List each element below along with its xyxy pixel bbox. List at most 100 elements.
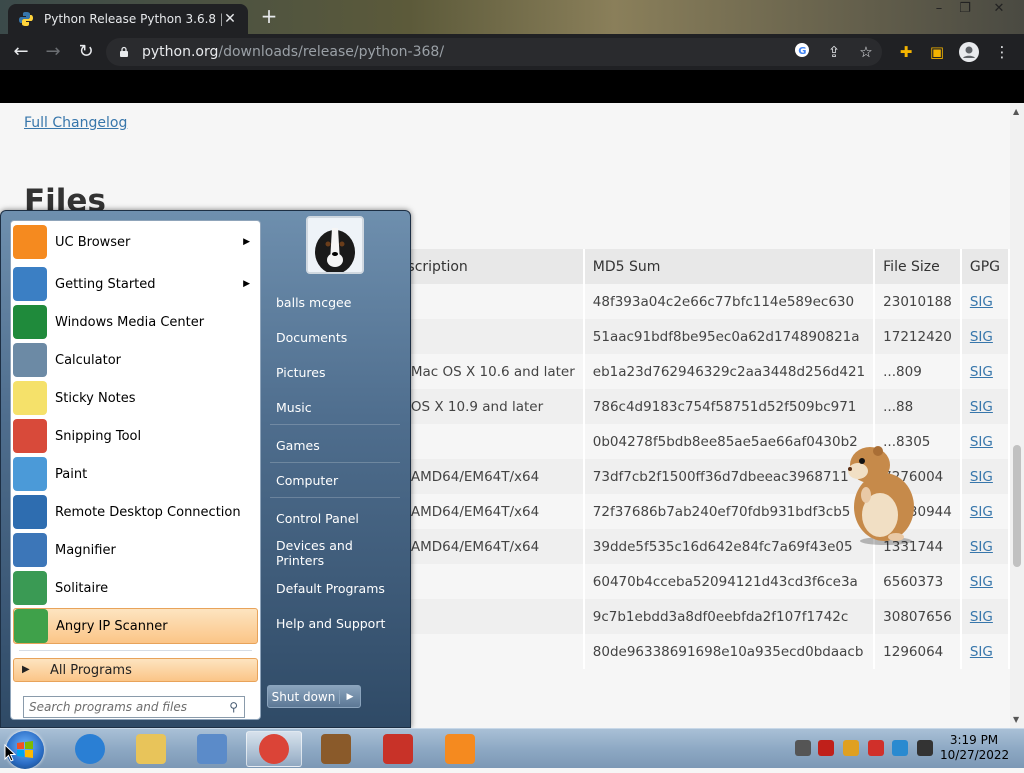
submenu-arrow-icon: ▶ [243,237,250,247]
taskbar-button[interactable] [432,731,488,767]
user-name-link[interactable]: balls mcgee [270,288,400,316]
sig-link[interactable]: SIG [970,644,993,660]
antivirus-icon[interactable] [818,740,834,756]
media-player-icon [197,734,227,764]
bookmark-star-icon[interactable]: ☆ [856,42,876,62]
shutdown-options-icon[interactable]: ▶ [340,692,360,702]
taskbar-button[interactable] [246,731,302,767]
start-menu-link[interactable]: Computer [270,466,400,494]
file-size-cell: 6560373 [874,564,962,599]
start-menu-link[interactable]: Help and Support [270,609,400,637]
scroll-thumb[interactable] [1013,445,1021,567]
start-menu-item[interactable]: UC Browser ▶ [13,224,258,260]
start-menu-item-label: Calculator [55,352,122,368]
start-menu-link[interactable]: Default Programs [270,574,400,602]
taskbar-button[interactable] [370,731,426,767]
scroll-down-icon[interactable]: ▼ [1013,715,1019,724]
new-tab-icon[interactable]: + [258,6,280,28]
full-changelog-link[interactable]: Full Changelog [24,115,127,131]
minimize-icon[interactable]: – [926,0,952,20]
desktop-pet-hamster[interactable] [836,443,920,547]
side-panel-icon[interactable]: ▣ [927,42,947,62]
sig-link[interactable]: SIG [970,294,993,310]
mouse-cursor-icon [4,744,16,762]
page-scrollbar[interactable]: ▲ ▼ [1010,103,1024,730]
file-size-cell: 23010188 [874,284,962,319]
start-menu-item[interactable]: Snipping Tool [13,418,258,454]
magnifier-icon [13,533,47,567]
search-tool-icon[interactable] [843,740,859,756]
sig-link[interactable]: SIG [970,329,993,345]
start-menu-item[interactable]: Solitaire [13,570,258,606]
window-close-icon[interactable]: ✕ [986,0,1012,20]
start-menu-link[interactable]: Documents [270,323,400,351]
start-menu-link[interactable]: Pictures [270,358,400,386]
md5-cell: 9c7b1ebdd3a8df0eebfda2f107f1742c [583,599,876,634]
start-menu-separator [270,497,400,498]
extensions-icon[interactable]: ✚ [896,42,916,62]
media-center-icon [13,305,47,339]
all-programs-button[interactable]: ▶ All Programs [13,658,258,682]
address-bar[interactable]: python.org/downloads/release/python-368/ [106,38,882,66]
sig-link[interactable]: SIG [970,469,993,485]
start-menu-item[interactable]: Calculator [13,342,258,378]
md5-cell: 72f37686b7ab240ef70fdb931bdf3cb5 [583,494,876,529]
sig-link[interactable]: SIG [970,504,993,520]
gpg-cell: SIG [960,599,1010,634]
start-menu-item[interactable]: Getting Started ▶ [13,266,258,302]
forward-icon[interactable]: → [42,42,64,62]
start-menu-item[interactable]: Sticky Notes [13,380,258,416]
browser-tab[interactable]: Python Release Python 3.6.8 | Py ✕ [8,4,248,34]
sig-link[interactable]: SIG [970,539,993,555]
start-menu-item[interactable]: Remote Desktop Connection [13,494,258,530]
network-monitor-icon[interactable] [795,740,811,756]
share-icon[interactable]: ⇪ [824,42,844,62]
start-menu-item[interactable]: Windows Media Center [13,304,258,340]
gpg-cell: SIG [960,354,1010,389]
url-path: /downloads/release/python-368/ [218,44,445,60]
tab-close-icon[interactable]: ✕ [222,11,238,27]
start-search-input[interactable]: Search programs and files ⚲ [23,696,245,718]
python-favicon-icon [19,12,33,26]
start-menu-item-label: Solitaire [55,580,109,596]
taskbar-button[interactable] [308,731,364,767]
scroll-up-icon[interactable]: ▲ [1013,107,1019,116]
start-menu-link[interactable]: Devices and Printers [270,538,400,568]
menu-kebab-icon[interactable]: ⋮ [992,42,1012,62]
start-menu-link[interactable]: Control Panel [270,504,400,532]
start-menu-item[interactable]: Magnifier [13,532,258,568]
sig-link[interactable]: SIG [970,434,993,450]
column-file-size: File Size [874,249,962,284]
google-icon[interactable]: G [792,42,812,62]
file-size-cell: 1296064 [874,634,962,669]
user-avatar[interactable] [306,216,364,274]
taskbar-button[interactable] [184,731,240,767]
display-icon[interactable] [892,740,908,756]
snipping-tool-icon [13,419,47,453]
taskbar-button[interactable] [62,731,118,767]
taskbar-button[interactable] [123,731,179,767]
md5-cell: 51aac91bdf8be95ec0a62d174890821a [583,319,876,354]
sig-link[interactable]: SIG [970,364,993,380]
volume-icon[interactable] [917,740,933,756]
reload-icon[interactable]: ↻ [75,42,97,62]
sig-link[interactable]: SIG [970,574,993,590]
angry-ip-scanner-icon [14,609,48,643]
start-menu-link[interactable]: Games [270,431,400,459]
uc-browser-icon [445,734,475,764]
sig-link[interactable]: SIG [970,609,993,625]
svg-text:G: G [798,46,806,57]
profile-icon[interactable] [959,42,979,62]
shut-down-button[interactable]: Shut down ▶ [267,685,361,708]
calculator-icon [13,343,47,377]
back-icon[interactable]: ← [10,42,32,62]
start-menu-link[interactable]: Music [270,393,400,421]
start-menu-item[interactable]: Angry IP Scanner [13,608,258,644]
sig-link[interactable]: SIG [970,399,993,415]
system-clock[interactable]: 3:19 PM 10/27/2022 [940,733,1009,763]
flag-icon[interactable] [868,740,884,756]
start-menu-separator [270,462,400,463]
triangle-right-icon: ▶ [22,664,30,675]
start-menu-item[interactable]: Paint [13,456,258,492]
restore-icon[interactable]: ❐ [952,0,978,20]
